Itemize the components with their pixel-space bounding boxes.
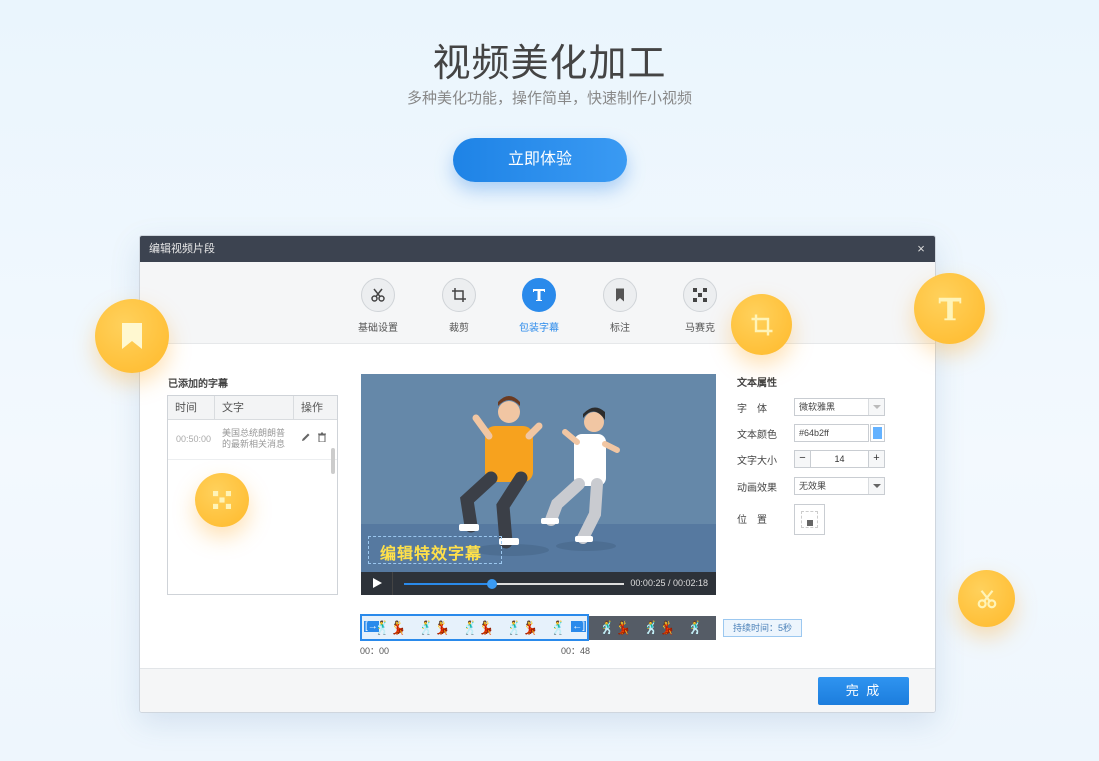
try-now-button[interactable]: 立即体验 (453, 138, 627, 182)
scissors-icon (977, 589, 996, 608)
duration-tag: 持续时间：5秒 (723, 619, 802, 637)
text-bubble (914, 273, 985, 344)
position-row: 位 置 (737, 504, 825, 536)
font-label: 字 体 (737, 403, 767, 415)
bookmark-icon (603, 278, 637, 312)
crop-icon (442, 278, 476, 312)
caption-text[interactable]: 编辑特效字幕 (380, 540, 482, 564)
decrease-button[interactable]: − (795, 451, 811, 467)
position-label: 位 置 (737, 515, 767, 526)
timeline-start-label: 00：00 (360, 646, 390, 656)
color-label: 文本颜色 (737, 429, 777, 441)
text-icon (522, 278, 556, 312)
position-marker (807, 520, 813, 526)
subtitle-list-header: 时间 文字 操作 (168, 396, 337, 420)
frame-thumbnail: 🕺💃 (643, 620, 676, 635)
window-title: 编辑视频片段 (149, 243, 215, 255)
play-icon[interactable] (373, 578, 382, 588)
subtitle-list: 时间 文字 操作 00:50:00 美国总统朗朗普的最新相关消息 (167, 395, 338, 595)
font-select[interactable]: 微软雅黑 (794, 398, 885, 416)
tool-crop[interactable]: 裁剪 (424, 278, 494, 334)
bookmark-icon (122, 323, 142, 349)
font-value: 微软雅黑 (799, 402, 836, 412)
color-input[interactable]: #64b2ff (794, 424, 869, 442)
tool-label: 裁剪 (449, 323, 469, 334)
close-icon[interactable]: × (913, 236, 929, 262)
tool-label: 马赛克 (685, 323, 715, 334)
frame-thumbnail: 🕺💃 (418, 620, 451, 635)
done-button[interactable]: 完 成 (818, 677, 909, 705)
tool-annotate[interactable]: 标注 (585, 278, 655, 334)
mosaic-icon (683, 278, 717, 312)
tool-subtitles[interactable]: 包装字幕 (504, 278, 574, 334)
video-controls: 00:00:25 / 00:02:18 (361, 572, 716, 595)
tool-basic-settings[interactable]: 基础设置 (343, 278, 413, 334)
frame-thumbnail: 🕺💃 (374, 620, 407, 635)
bookmark-bubble (95, 299, 169, 373)
frame-thumbnail: 🕺💃 (462, 620, 495, 635)
table-row[interactable]: 00:50:00 美国总统朗朗普的最新相关消息 (168, 420, 337, 474)
crop-icon (751, 314, 772, 335)
mosaic-icon (213, 491, 231, 509)
filmstrip-selection[interactable]: [→ 🕺💃 🕺💃 🕺💃 🕺💃 🕺 ←] (360, 614, 589, 641)
animation-select[interactable]: 无效果 (794, 477, 885, 495)
frame-thumbnail: 🕺 (687, 620, 704, 635)
edit-video-window: 编辑视频片段 × 基础设置 裁剪 包装字幕 标注 马赛克 已添加的字幕 时间 文… (139, 235, 936, 713)
row-time: 00:50:00 (176, 434, 212, 444)
animation-label: 动画效果 (737, 482, 777, 494)
tool-mosaic[interactable]: 马赛克 (665, 278, 735, 334)
mosaic-bubble (195, 473, 249, 527)
divider (392, 572, 393, 595)
row-actions (301, 432, 327, 444)
crop-bubble (731, 294, 792, 355)
hero-subtitle: 多种美化功能，操作简单，快速制作小视频 (406, 90, 692, 107)
progress-fill (404, 583, 492, 585)
pencil-icon[interactable] (301, 432, 311, 444)
size-row: 文字大小 − 14 + (737, 450, 885, 468)
swatch-fill (873, 427, 882, 439)
trash-icon[interactable] (317, 432, 327, 444)
row-text: 美国总统朗朗普的最新相关消息 (222, 428, 286, 449)
progress-knob[interactable] (487, 579, 497, 589)
color-row: 文本颜色 #64b2ff (737, 424, 885, 442)
frame-thumbnail: 🕺💃 (599, 620, 632, 635)
column-header: 文字 (215, 396, 294, 419)
font-row: 字 体 微软雅黑 (737, 398, 885, 416)
chevron-down-icon (868, 399, 884, 415)
text-icon (938, 297, 961, 320)
window-titlebar: 编辑视频片段 × (140, 236, 935, 262)
window-footer: 完 成 (140, 668, 935, 712)
time-display: 00:00:25 / 00:02:18 (630, 578, 708, 588)
column-header: 操作 (301, 402, 323, 414)
animation-value: 无效果 (799, 481, 827, 491)
toolbar: 基础设置 裁剪 包装字幕 标注 马赛克 (140, 262, 935, 344)
column-header: 时间 (168, 396, 215, 419)
tool-label: 基础设置 (358, 323, 398, 334)
scrollbar[interactable] (331, 448, 335, 474)
size-value[interactable]: 14 (811, 451, 868, 467)
increase-button[interactable]: + (868, 451, 884, 467)
scissors-icon (361, 278, 395, 312)
hero-title: 视频美化加工 (432, 43, 667, 85)
subtitles-section-title: 已添加的字幕 (168, 379, 228, 390)
tool-label: 标注 (610, 323, 630, 334)
color-swatch[interactable] (870, 424, 885, 442)
chevron-down-icon (868, 478, 884, 494)
animation-row: 动画效果 无效果 (737, 477, 885, 495)
frame-thumbnail: 🕺 (550, 620, 567, 635)
size-stepper: − 14 + (794, 450, 885, 468)
tool-label: 包装字幕 (519, 323, 559, 334)
trim-end-handle-icon[interactable]: ←] (571, 621, 586, 632)
color-value: #64b2ff (799, 428, 829, 438)
size-label: 文字大小 (737, 455, 777, 467)
frame-thumbnail: 🕺💃 (506, 620, 539, 635)
video-preview[interactable]: 编辑特效字幕 00:00:25 / 00:02:18 (361, 374, 716, 595)
timeline-end-label: 00：48 (561, 646, 591, 656)
scissors-bubble (958, 570, 1015, 627)
text-properties-title: 文本属性 (737, 378, 777, 389)
position-picker[interactable] (794, 504, 825, 535)
